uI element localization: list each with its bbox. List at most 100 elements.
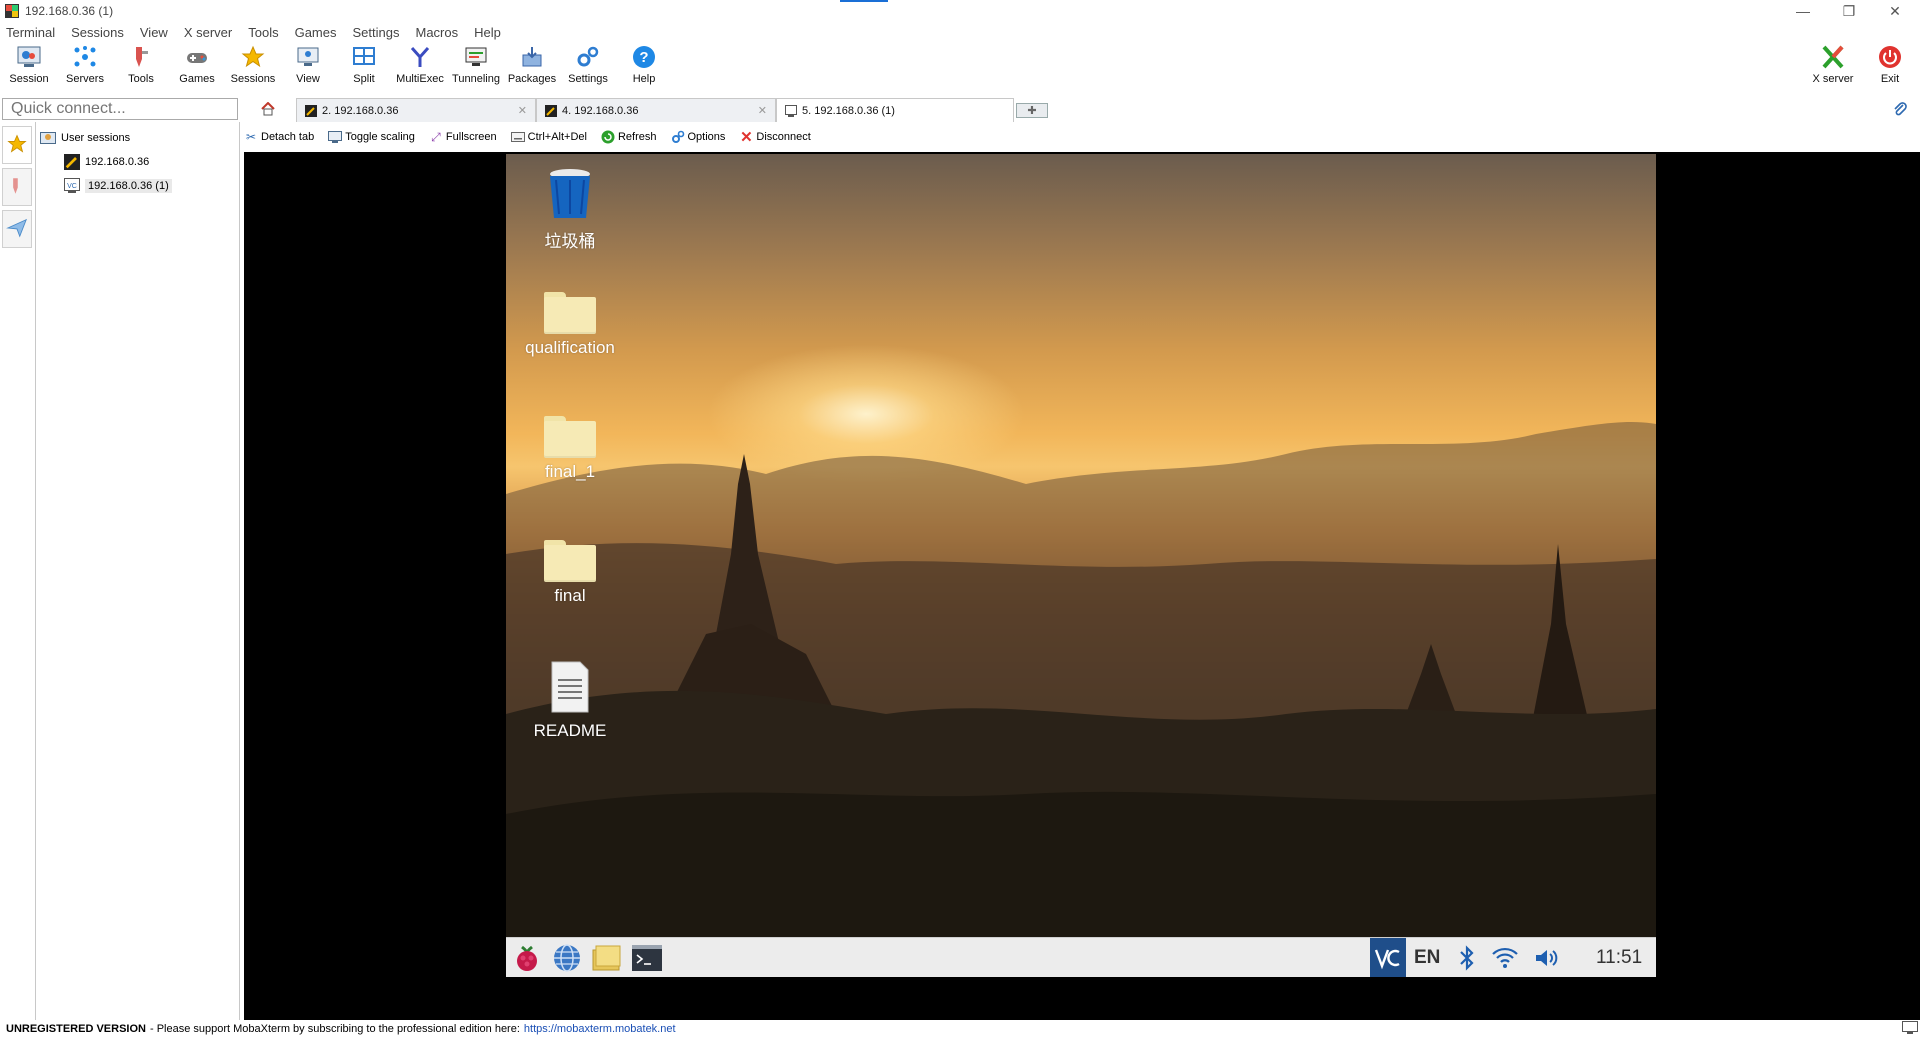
scissors-icon: ✂ bbox=[245, 130, 257, 144]
sidebar-strip bbox=[0, 122, 36, 1020]
fullscreen-button[interactable]: ⤢ Fullscreen bbox=[429, 130, 497, 144]
clock[interactable]: 11:51 bbox=[1596, 938, 1642, 977]
desktop-icon-trash[interactable]: 垃圾桶 bbox=[510, 166, 630, 252]
minimize-button[interactable]: — bbox=[1780, 0, 1826, 22]
split-button[interactable]: Split bbox=[336, 44, 392, 90]
desktop-icon-final[interactable]: final bbox=[510, 540, 630, 606]
volume-icon[interactable] bbox=[1530, 942, 1564, 974]
trash-icon bbox=[544, 169, 596, 223]
sessions-panel: User sessions 192.168.0.36 VC 192.168.0.… bbox=[36, 122, 240, 1020]
ssh-icon bbox=[305, 104, 317, 117]
title-accent-line bbox=[840, 0, 888, 2]
tab-session-2[interactable]: 2. 192.168.0.36 ✕ bbox=[296, 98, 536, 122]
menu-help[interactable]: Help bbox=[474, 25, 501, 40]
home-tab[interactable] bbox=[240, 98, 296, 122]
tab-session-4[interactable]: 4. 192.168.0.36 ✕ bbox=[536, 98, 776, 122]
menu-terminal[interactable]: Terminal bbox=[6, 25, 55, 40]
user-sessions-icon bbox=[40, 130, 56, 146]
desktop-icon-final-1[interactable]: final_1 bbox=[510, 416, 630, 482]
terminal-icon[interactable] bbox=[630, 942, 664, 974]
mobaxterm-link[interactable]: https://mobaxterm.mobatek.net bbox=[524, 1023, 676, 1035]
servers-button[interactable]: Servers bbox=[57, 44, 113, 90]
remote-desktop[interactable]: 垃圾桶 qualification final_1 final README E… bbox=[506, 154, 1656, 977]
tree-session-ssh[interactable]: 192.168.0.36 bbox=[64, 154, 149, 170]
wifi-icon[interactable] bbox=[1488, 942, 1522, 974]
sessions-button[interactable]: Sessions bbox=[225, 44, 281, 90]
new-tab-button[interactable]: ✚ bbox=[1016, 103, 1048, 118]
menu-xserver[interactable]: X server bbox=[184, 25, 232, 40]
refresh-button[interactable]: Refresh bbox=[601, 130, 657, 144]
svg-text:VC: VC bbox=[67, 183, 77, 190]
language-indicator[interactable]: EN bbox=[1414, 938, 1440, 977]
menu-view[interactable]: View bbox=[140, 25, 168, 40]
window-title: 192.168.0.36 (1) bbox=[25, 4, 114, 18]
vnc-server-icon[interactable] bbox=[1370, 938, 1406, 977]
sidebar-tools-tab[interactable] bbox=[2, 168, 32, 206]
status-monitor-icon bbox=[1902, 1021, 1918, 1037]
xserver-icon bbox=[1820, 44, 1846, 70]
gear-icon bbox=[671, 130, 685, 144]
refresh-icon bbox=[601, 130, 615, 144]
tab-close-icon[interactable]: ✕ bbox=[518, 104, 527, 117]
packages-icon bbox=[519, 44, 545, 70]
tab-close-icon[interactable]: ✕ bbox=[758, 104, 767, 117]
fullscreen-icon: ⤢ bbox=[431, 129, 441, 144]
sidebar-sftp-tab[interactable] bbox=[2, 210, 32, 248]
tab-session-5[interactable]: 5. 192.168.0.36 (1) bbox=[776, 98, 1014, 122]
tools-button[interactable]: Tools bbox=[113, 44, 169, 90]
desktop-icon-readme[interactable]: README bbox=[510, 660, 630, 741]
tab-bar: 2. 192.168.0.36 ✕ 4. 192.168.0.36 ✕ 5. 1… bbox=[240, 98, 1920, 122]
detach-tab-button[interactable]: ✂ Detach tab bbox=[244, 130, 314, 144]
view-button[interactable]: View bbox=[280, 44, 336, 90]
tools-icon bbox=[7, 175, 27, 200]
home-icon bbox=[260, 101, 276, 119]
vnc-viewer[interactable]: 垃圾桶 qualification final_1 final README E… bbox=[244, 152, 1920, 1020]
tree-user-sessions[interactable]: User sessions bbox=[40, 130, 130, 146]
session-icon bbox=[16, 44, 42, 70]
settings-button[interactable]: Settings bbox=[560, 44, 616, 90]
bluetooth-icon[interactable] bbox=[1450, 942, 1484, 974]
folder-icon bbox=[544, 540, 596, 582]
tunneling-button[interactable]: Tunneling bbox=[448, 44, 504, 90]
games-button[interactable]: Games bbox=[169, 44, 225, 90]
quick-connect-input[interactable] bbox=[2, 98, 238, 120]
multiexec-button[interactable]: MultiExec bbox=[392, 44, 448, 90]
menu-sessions[interactable]: Sessions bbox=[71, 25, 124, 40]
xserver-button[interactable]: X server bbox=[1805, 44, 1861, 90]
menu-settings[interactable]: Settings bbox=[353, 25, 400, 40]
options-button[interactable]: Options bbox=[671, 130, 725, 144]
star-icon bbox=[240, 44, 266, 70]
ctrl-alt-del-button[interactable]: Ctrl+Alt+Del bbox=[510, 130, 587, 144]
mobaxterm-window: 192.168.0.36 (1) — ❐ ✕ Terminal Sessions… bbox=[0, 0, 1920, 1037]
paperclip-icon[interactable] bbox=[1892, 101, 1908, 122]
exit-button[interactable]: Exit bbox=[1862, 44, 1918, 90]
toggle-scaling-button[interactable]: Toggle scaling bbox=[328, 130, 415, 144]
menu-macros[interactable]: Macros bbox=[415, 25, 458, 40]
split-icon bbox=[351, 44, 377, 70]
desktop-icon-qualification[interactable]: qualification bbox=[510, 292, 630, 358]
main-toolbar: Session Servers Tools Games Sessions Vie… bbox=[0, 42, 1920, 92]
menu-games[interactable]: Games bbox=[295, 25, 337, 40]
multiexec-icon bbox=[407, 44, 433, 70]
scaling-icon bbox=[328, 130, 343, 144]
close-button[interactable]: ✕ bbox=[1872, 0, 1918, 22]
session-button[interactable]: Session bbox=[1, 44, 57, 90]
restore-button[interactable]: ❐ bbox=[1826, 0, 1872, 22]
menu-tools[interactable]: Tools bbox=[248, 25, 278, 40]
tunneling-icon bbox=[463, 44, 489, 70]
raspberry-menu-icon[interactable] bbox=[510, 942, 544, 974]
disconnect-button[interactable]: ✕ Disconnect bbox=[739, 129, 811, 146]
document-icon bbox=[548, 661, 592, 717]
packages-button[interactable]: Packages bbox=[504, 44, 560, 90]
file-manager-icon[interactable] bbox=[590, 942, 624, 974]
sidebar-sessions-tab[interactable] bbox=[2, 126, 32, 164]
desktop-icon-label: final bbox=[554, 586, 586, 605]
ssh-icon bbox=[545, 104, 557, 117]
tree-session-vnc[interactable]: VC 192.168.0.36 (1) bbox=[64, 178, 172, 194]
keyboard-icon bbox=[510, 130, 525, 144]
help-button[interactable]: ? Help bbox=[616, 44, 672, 90]
title-bar: 192.168.0.36 (1) — ❐ ✕ bbox=[0, 0, 1920, 22]
browser-icon[interactable] bbox=[550, 942, 584, 974]
desktop-icon-label: final_1 bbox=[544, 462, 596, 481]
session-toolbar: ✂ Detach tab Toggle scaling ⤢ Fullscreen C… bbox=[244, 124, 1920, 150]
